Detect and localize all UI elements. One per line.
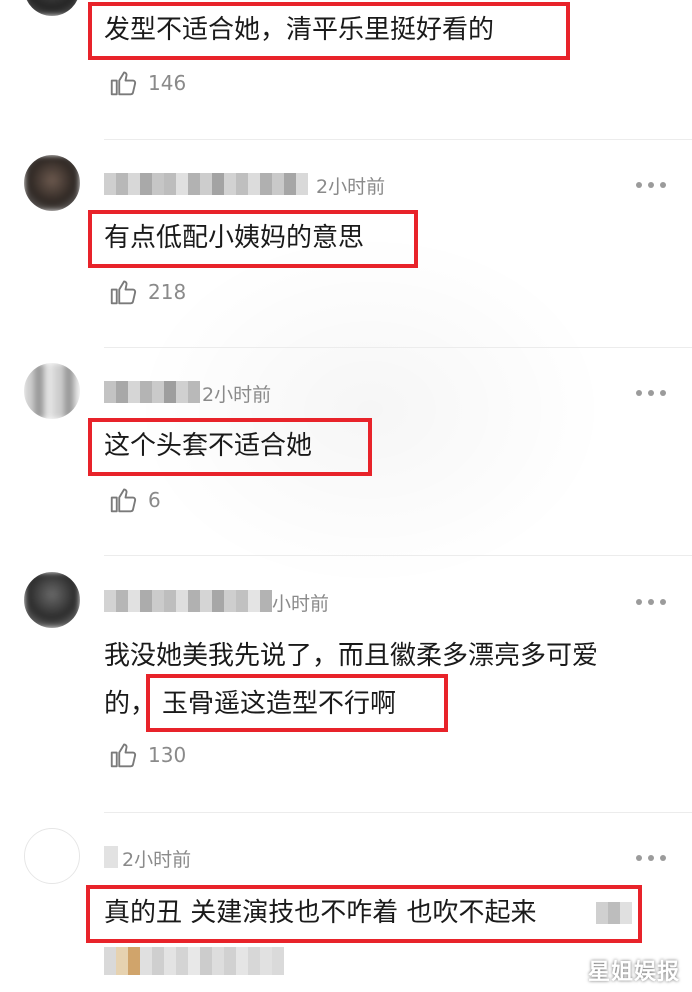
more-dots-icon[interactable] (636, 854, 666, 862)
like-button[interactable]: 146 (108, 68, 186, 98)
text-blurred-tail (596, 900, 632, 926)
username-blurred[interactable] (104, 171, 308, 197)
more-dots-icon[interactable] (636, 598, 666, 606)
thumbs-up-icon (110, 488, 137, 513)
divider (104, 812, 692, 813)
thumbs-up-icon (110, 280, 137, 305)
comment-text: 这个头套不适合她 (104, 431, 313, 461)
like-button[interactable]: 6 (108, 485, 161, 515)
comment-text: 有点低配小姨妈的意思 (104, 223, 365, 253)
avatar[interactable] (24, 363, 80, 419)
username-blurred[interactable] (104, 844, 118, 870)
like-count: 218 (148, 280, 187, 304)
comment-text: 我没她美我先说了，而且徽柔多漂亮多可爱 (104, 641, 599, 671)
like-count: 6 (148, 488, 161, 512)
comment-time: 2小时前 (202, 384, 272, 406)
like-button[interactable]: 218 (108, 277, 186, 307)
avatar[interactable] (24, 828, 80, 884)
blurred-content (104, 947, 284, 975)
username-blurred[interactable] (104, 379, 200, 405)
divider (104, 555, 692, 556)
comment-text: 发型不适合她，清平乐里挺好看的 (104, 15, 495, 45)
thumbs-up-icon (110, 743, 137, 768)
username-blurred[interactable] (104, 588, 272, 614)
comment-time: 2小时前 (316, 176, 386, 198)
thumbs-up-icon (110, 71, 137, 96)
more-dots-icon[interactable] (636, 389, 666, 397)
like-button[interactable]: 130 (108, 740, 186, 770)
avatar[interactable] (24, 0, 80, 16)
comment-time: 小时前 (272, 593, 330, 615)
comment-text: 真的丑 关建演技也不咋着 也吹不起来 (104, 898, 537, 928)
avatar[interactable] (24, 155, 80, 211)
comment-time: 2小时前 (122, 849, 192, 871)
divider (104, 139, 692, 140)
background-shadow (130, 230, 610, 590)
more-dots-icon[interactable] (636, 181, 666, 189)
like-count: 146 (148, 71, 187, 95)
watermark: 星姐娱报 (587, 960, 680, 985)
avatar[interactable] (24, 572, 80, 628)
like-count: 130 (148, 743, 187, 767)
divider (104, 347, 692, 348)
comment-text-highlighted: 玉骨遥这造型不行啊 (162, 689, 397, 719)
